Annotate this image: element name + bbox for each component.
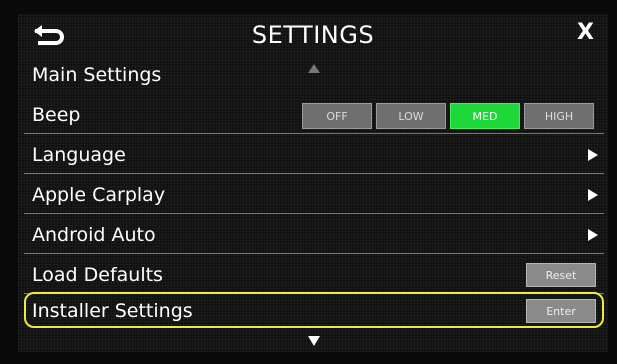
- section-header: Main Settings: [18, 56, 608, 94]
- back-arrow-icon[interactable]: [30, 23, 68, 47]
- row-divider: [24, 213, 604, 214]
- section-title: Main Settings: [32, 64, 162, 86]
- apple-carplay-row[interactable]: Apple Carplay: [18, 176, 608, 214]
- android-auto-row[interactable]: Android Auto: [18, 216, 608, 254]
- apple-carplay-label: Apple Carplay: [32, 184, 166, 206]
- beep-row: Beep OFF LOW MED HIGH: [18, 96, 608, 134]
- load-defaults-label: Load Defaults: [32, 264, 163, 286]
- row-divider: [24, 173, 604, 174]
- beep-high-button[interactable]: HIGH: [524, 103, 594, 129]
- language-row[interactable]: Language: [18, 136, 608, 174]
- installer-settings-row: Installer Settings Enter: [18, 292, 608, 330]
- reset-button[interactable]: Reset: [526, 263, 596, 287]
- scroll-up-icon[interactable]: [308, 64, 320, 73]
- beep-off-button[interactable]: OFF: [302, 103, 372, 129]
- row-divider: [24, 133, 604, 134]
- enter-button[interactable]: Enter: [526, 299, 596, 323]
- chevron-right-icon[interactable]: [588, 229, 598, 241]
- android-auto-label: Android Auto: [32, 224, 156, 246]
- language-label: Language: [32, 144, 126, 166]
- beep-label: Beep: [32, 104, 81, 126]
- beep-low-button[interactable]: LOW: [376, 103, 446, 129]
- beep-options: OFF LOW MED HIGH: [302, 103, 594, 129]
- page-title: SETTINGS: [251, 21, 375, 49]
- load-defaults-row: Load Defaults Reset: [18, 256, 608, 294]
- installer-settings-label: Installer Settings: [32, 300, 193, 322]
- close-button[interactable]: X: [577, 20, 594, 45]
- beep-med-button[interactable]: MED: [450, 103, 520, 129]
- title-bar: SETTINGS X: [18, 14, 608, 56]
- chevron-right-icon[interactable]: [588, 149, 598, 161]
- chevron-right-icon[interactable]: [588, 189, 598, 201]
- scroll-down-icon[interactable]: [308, 336, 320, 346]
- row-divider: [24, 253, 604, 254]
- settings-screen: SETTINGS X Main Settings Beep OFF LOW ME…: [18, 14, 608, 352]
